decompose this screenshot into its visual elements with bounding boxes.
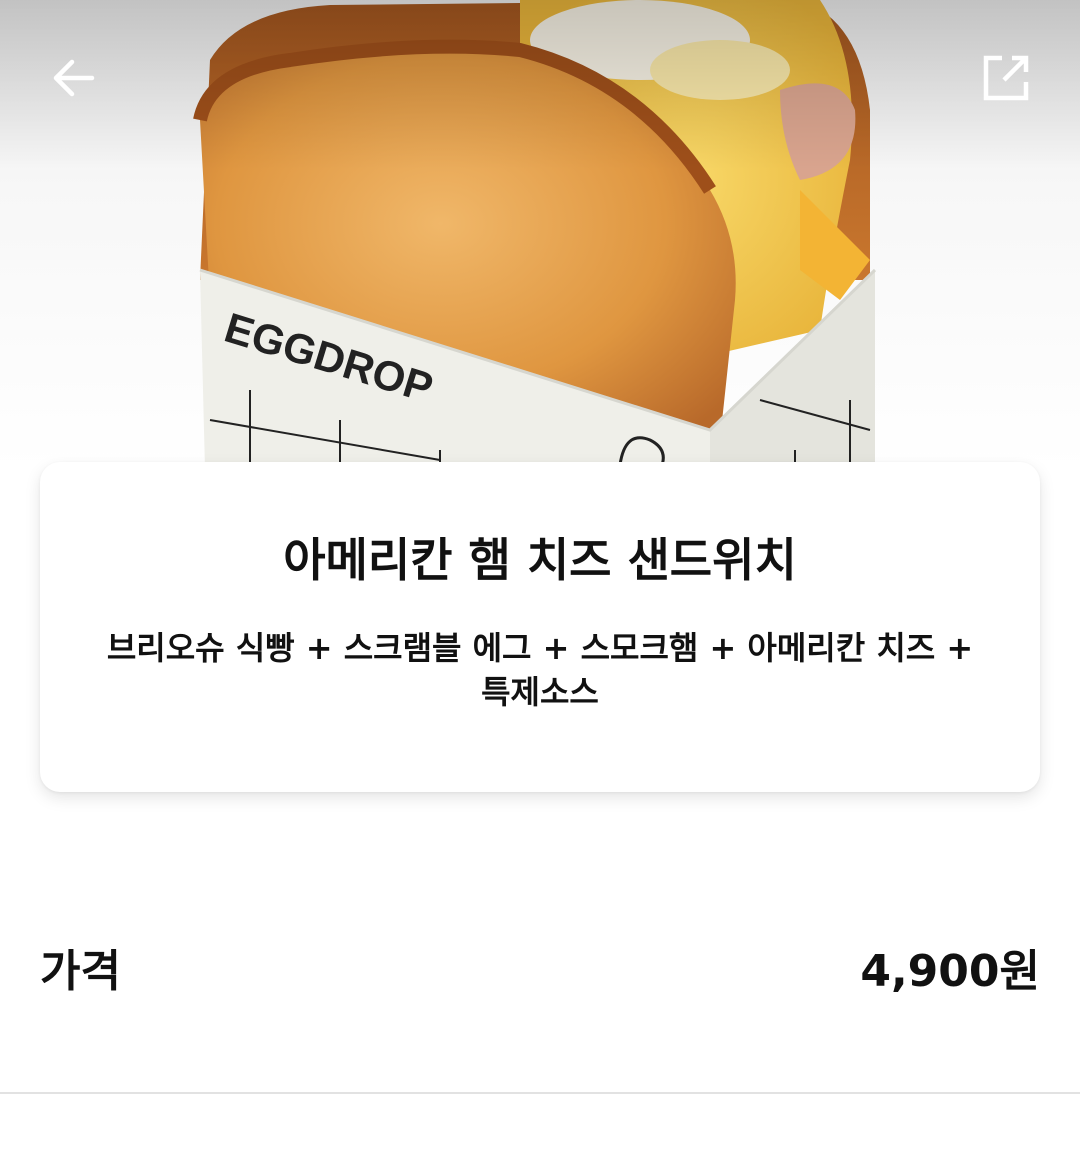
- share-button[interactable]: [974, 46, 1038, 110]
- product-description: 브리오슈 식빵 + 스크램블 에그 + 스모크햄 + 아메리칸 치즈 + 특제소…: [106, 629, 974, 711]
- price-row: 가격 4,900원: [40, 935, 1040, 999]
- arrow-left-icon: [53, 59, 95, 97]
- product-name: 아메리칸 햄 치즈 샌드위치: [283, 533, 797, 587]
- price-value: 4,900원: [860, 946, 1040, 997]
- price-label: 가격: [40, 946, 121, 997]
- product-info-card: 아메리칸 햄 치즈 샌드위치 브리오슈 식빵 + 스크램블 에그 + 스모크햄 …: [40, 462, 1040, 792]
- back-button[interactable]: [42, 46, 106, 110]
- sandwich-illustration: EGGDROP: [193, 0, 877, 470]
- product-hero-image: EGGDROP: [0, 0, 1080, 470]
- section-divider: [0, 1092, 1080, 1094]
- external-share-icon: [983, 55, 1029, 101]
